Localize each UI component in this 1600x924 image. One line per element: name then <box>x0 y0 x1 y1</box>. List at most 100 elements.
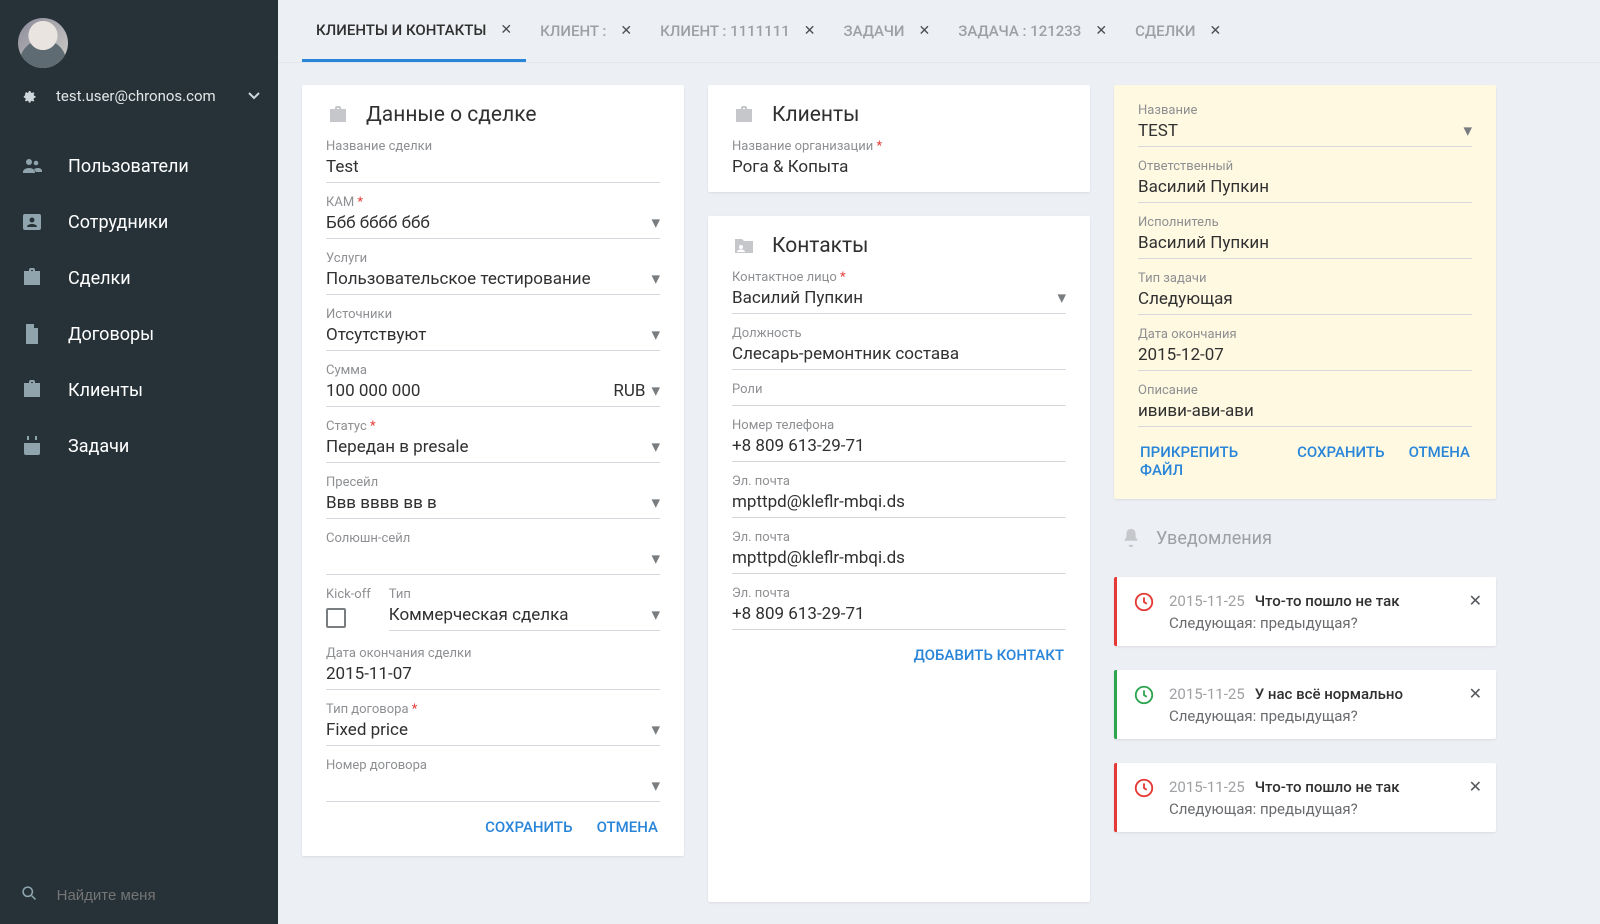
solution-select[interactable]: ▾ <box>326 546 660 575</box>
field-label: Название сделки <box>326 139 660 154</box>
services-select[interactable]: Пользовательское тестирование▾ <box>326 266 660 295</box>
status-select[interactable]: Передан в presale▾ <box>326 434 660 463</box>
task-name-select[interactable]: TEST▾ <box>1138 118 1472 147</box>
field-label: Ответственный <box>1138 159 1472 174</box>
close-icon[interactable]: ✕ <box>804 23 816 39</box>
notif-title: Что-то пошло не так <box>1255 592 1400 610</box>
user-row[interactable]: test.user@chronos.com <box>0 76 278 120</box>
notif-sub: Следующая: предыдущая? <box>1169 707 1480 725</box>
sources-select[interactable]: Отсутствуют▾ <box>326 322 660 351</box>
notif-sub: Следующая: предыдущая? <box>1169 614 1480 632</box>
notification-ok: ✕ 2015-11-25 У нас всё нормально Следующ… <box>1114 670 1496 739</box>
tab-clients-contacts[interactable]: КЛИЕНТЫ И КОНТАКТЫ ✕ <box>302 0 526 62</box>
gear-icon <box>18 86 38 106</box>
cancel-button[interactable]: ОТМЕНА <box>597 818 658 836</box>
people-icon <box>20 154 44 178</box>
cancel-button[interactable]: ОТМЕНА <box>1409 443 1470 479</box>
executor-input[interactable]: Василий Пупкин <box>1138 230 1472 259</box>
close-icon[interactable]: ✕ <box>1469 777 1482 796</box>
close-icon[interactable]: ✕ <box>500 22 512 38</box>
card-title: Клиенты <box>772 103 859 127</box>
notification-error: ✕ 2015-11-25 Что-то пошло не так Следующ… <box>1114 577 1496 646</box>
search-input[interactable] <box>57 887 258 904</box>
chevron-down-icon: ▾ <box>651 269 660 289</box>
save-button[interactable]: СОХРАНИТЬ <box>485 818 573 836</box>
clock-icon <box>1133 684 1155 706</box>
close-icon[interactable]: ✕ <box>1469 684 1482 703</box>
attach-file-button[interactable]: ПРИКРЕПИТЬ ФАЙЛ <box>1140 443 1273 479</box>
add-contact-button[interactable]: ДОБАВИТЬ КОНТАКТ <box>914 646 1064 664</box>
tab-deals[interactable]: СДЕЛКИ ✕ <box>1121 0 1235 62</box>
sidebar-item-tasks[interactable]: Задачи <box>0 418 278 474</box>
sidebar-item-clients[interactable]: Клиенты <box>0 362 278 418</box>
presale-select[interactable]: Ввв вввв вв в▾ <box>326 490 660 519</box>
sidebar: test.user@chronos.com Пользователи Сотру… <box>0 0 278 924</box>
email-input[interactable]: +8 809 613-29-71 <box>732 601 1066 630</box>
field-label: Должность <box>732 326 1066 341</box>
tab-client[interactable]: КЛИЕНТ : ✕ <box>526 0 646 62</box>
phone-input[interactable]: +8 809 613-29-71 <box>732 433 1066 462</box>
clock-icon <box>1133 591 1155 613</box>
position-input[interactable]: Слесарь-ремонтник состава <box>732 341 1066 370</box>
field-label: Тип <box>389 587 660 602</box>
chevron-down-icon: ▾ <box>651 213 660 233</box>
briefcase-icon <box>20 266 44 290</box>
contacts-card: Контакты Контактное лицо *Василий Пупкин… <box>708 216 1090 902</box>
roles-input[interactable] <box>732 397 1066 406</box>
tab-task-121233[interactable]: ЗАДАЧА : 121233 ✕ <box>944 0 1121 62</box>
field-label: Kick-off <box>326 587 371 602</box>
save-button[interactable]: СОХРАНИТЬ <box>1297 443 1385 479</box>
email-input[interactable]: mpttpd@kleflr-mbqi.ds <box>732 489 1066 518</box>
close-icon[interactable]: ✕ <box>1095 23 1107 39</box>
sum-input[interactable]: 100 000 000RUB▾ <box>326 378 660 407</box>
tab-client-1111111[interactable]: КЛИЕНТ : 1111111 ✕ <box>646 0 829 62</box>
close-icon[interactable]: ✕ <box>1469 591 1482 610</box>
notifications-heading: Уведомления <box>1114 523 1496 553</box>
close-icon[interactable]: ✕ <box>919 23 931 39</box>
contact-folder-icon <box>732 234 756 258</box>
sidebar-item-contracts[interactable]: Договоры <box>0 306 278 362</box>
field-label: Эл. почта <box>732 586 1066 601</box>
tab-label: КЛИЕНТ : <box>540 22 606 40</box>
field-label: Эл. почта <box>732 530 1066 545</box>
notif-title: У нас всё нормально <box>1255 685 1403 703</box>
notif-sub: Следующая: предыдущая? <box>1169 800 1480 818</box>
task-card: НазваниеTEST▾ ОтветственныйВасилий Пупки… <box>1114 85 1496 499</box>
deal-name-input[interactable]: Test <box>326 154 660 183</box>
sidebar-item-deals[interactable]: Сделки <box>0 250 278 306</box>
sidebar-item-users[interactable]: Пользователи <box>0 138 278 194</box>
field-label: Пресейл <box>326 475 660 490</box>
type-select[interactable]: Коммерческая сделка▾ <box>389 602 660 631</box>
responsible-input[interactable]: Василий Пупкин <box>1138 174 1472 203</box>
notif-title: Что-то пошло не так <box>1255 778 1400 796</box>
field-label: Статус * <box>326 419 660 434</box>
notif-date: 2015-11-25 <box>1169 778 1245 796</box>
field-label: Номер телефона <box>732 418 1066 433</box>
sidebar-item-employees[interactable]: Сотрудники <box>0 194 278 250</box>
field-label: Описание <box>1138 383 1472 398</box>
task-enddate-input[interactable]: 2015-12-07 <box>1138 342 1472 371</box>
currency-label: RUB <box>613 381 645 401</box>
avatar[interactable] <box>18 18 68 68</box>
kam-select[interactable]: Ббб бббб ббб▾ <box>326 210 660 239</box>
card-title: Данные о сделке <box>366 103 537 127</box>
notification-error: ✕ 2015-11-25 Что-то пошло не так Следующ… <box>1114 763 1496 832</box>
clock-icon <box>1133 777 1155 799</box>
section-title-text: Уведомления <box>1156 528 1272 549</box>
task-type-input[interactable]: Следующая <box>1138 286 1472 315</box>
bell-icon <box>1120 527 1142 549</box>
org-name[interactable]: Рога & Копыта <box>732 154 1066 182</box>
task-desc-input[interactable]: ививи-ави-ави <box>1138 398 1472 427</box>
nav-label: Пользователи <box>68 156 189 177</box>
contact-person-select[interactable]: Василий Пупкин▾ <box>732 285 1066 314</box>
tab-tasks[interactable]: ЗАДАЧИ ✕ <box>830 0 945 62</box>
close-icon[interactable]: ✕ <box>1209 23 1221 39</box>
close-icon[interactable]: ✕ <box>620 23 632 39</box>
contract-type-select[interactable]: Fixed price▾ <box>326 717 660 746</box>
chevron-down-icon: ▾ <box>651 720 660 740</box>
enddate-input[interactable]: 2015-11-07 <box>326 661 660 690</box>
kickoff-checkbox[interactable] <box>326 602 371 634</box>
contract-num-select[interactable]: ▾ <box>326 773 660 802</box>
field-label: Сумма <box>326 363 660 378</box>
email-input[interactable]: mpttpd@kleflr-mbqi.ds <box>732 545 1066 574</box>
